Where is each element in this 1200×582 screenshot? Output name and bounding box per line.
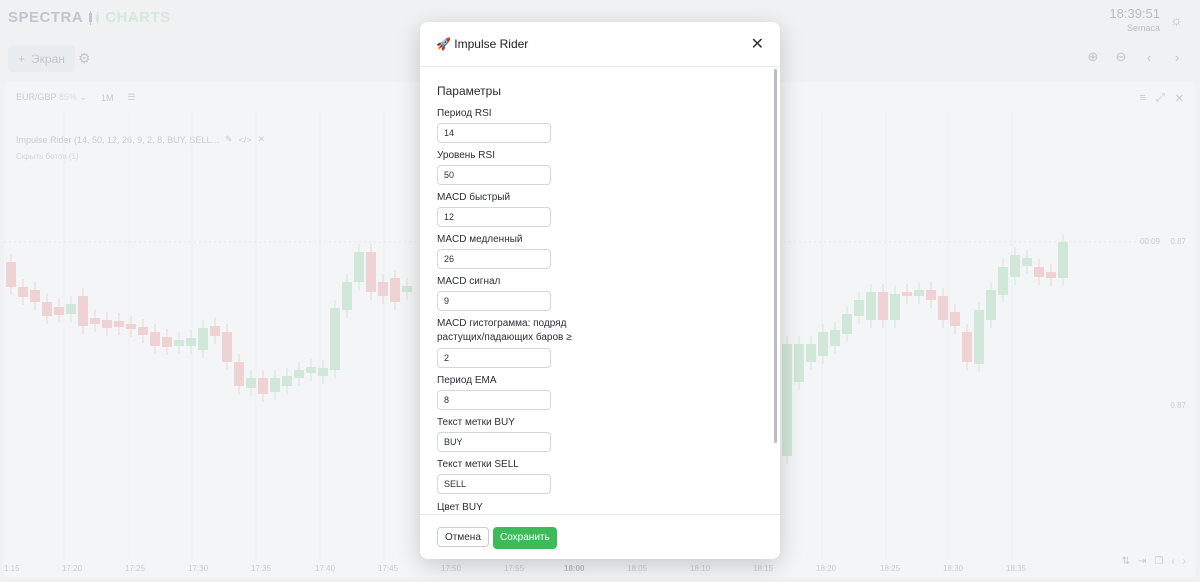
cancel-button[interactable]: Отмена [437, 527, 489, 547]
sell-text-label: Текст метки SELL [437, 459, 519, 470]
rsi-level-label: Уровень RSI [437, 150, 495, 161]
macd-fast-label: MACD быстрый [437, 192, 511, 203]
rsi-level-input[interactable] [437, 165, 551, 185]
macd-histogram-label: MACD гистограмма: подряд растущих/падающ… [437, 318, 572, 343]
ema-period-label: Период EMA [437, 375, 497, 386]
app-root: SPECTRA CHARTS 18:39:51 Semaca ☼ + Экран… [0, 0, 1200, 582]
macd-histogram-input[interactable] [437, 348, 551, 368]
section-title: Параметры [437, 84, 501, 98]
modal-footer: Отмена Сохранить [420, 514, 780, 559]
buy-color-label: Цвет BUY [437, 502, 483, 513]
macd-signal-input[interactable] [437, 291, 551, 311]
modal-scrollbar[interactable] [774, 69, 777, 443]
macd-fast-input[interactable] [437, 207, 551, 227]
ema-period-input[interactable] [437, 390, 551, 410]
save-button[interactable]: Сохранить [493, 527, 557, 549]
buy-text-input[interactable] [437, 432, 551, 452]
macd-signal-label: MACD сигнал [437, 276, 501, 287]
modal-title: 🚀 Impulse Rider [436, 37, 529, 51]
indicator-settings-modal: 🚀 Impulse Rider ✕ Параметры Период RSI У… [420, 22, 780, 559]
rsi-period-input[interactable] [437, 123, 551, 143]
macd-slow-label: MACD медленный [437, 234, 523, 245]
buy-text-label: Текст метки BUY [437, 417, 515, 428]
modal-body: Параметры Период RSI Уровень RSI MACD бы… [420, 67, 780, 514]
close-icon[interactable]: ✕ [751, 34, 764, 54]
sell-text-input[interactable] [437, 474, 551, 494]
modal-header: 🚀 Impulse Rider ✕ [420, 22, 780, 67]
macd-slow-input[interactable] [437, 249, 551, 269]
rsi-period-label: Период RSI [437, 108, 492, 119]
